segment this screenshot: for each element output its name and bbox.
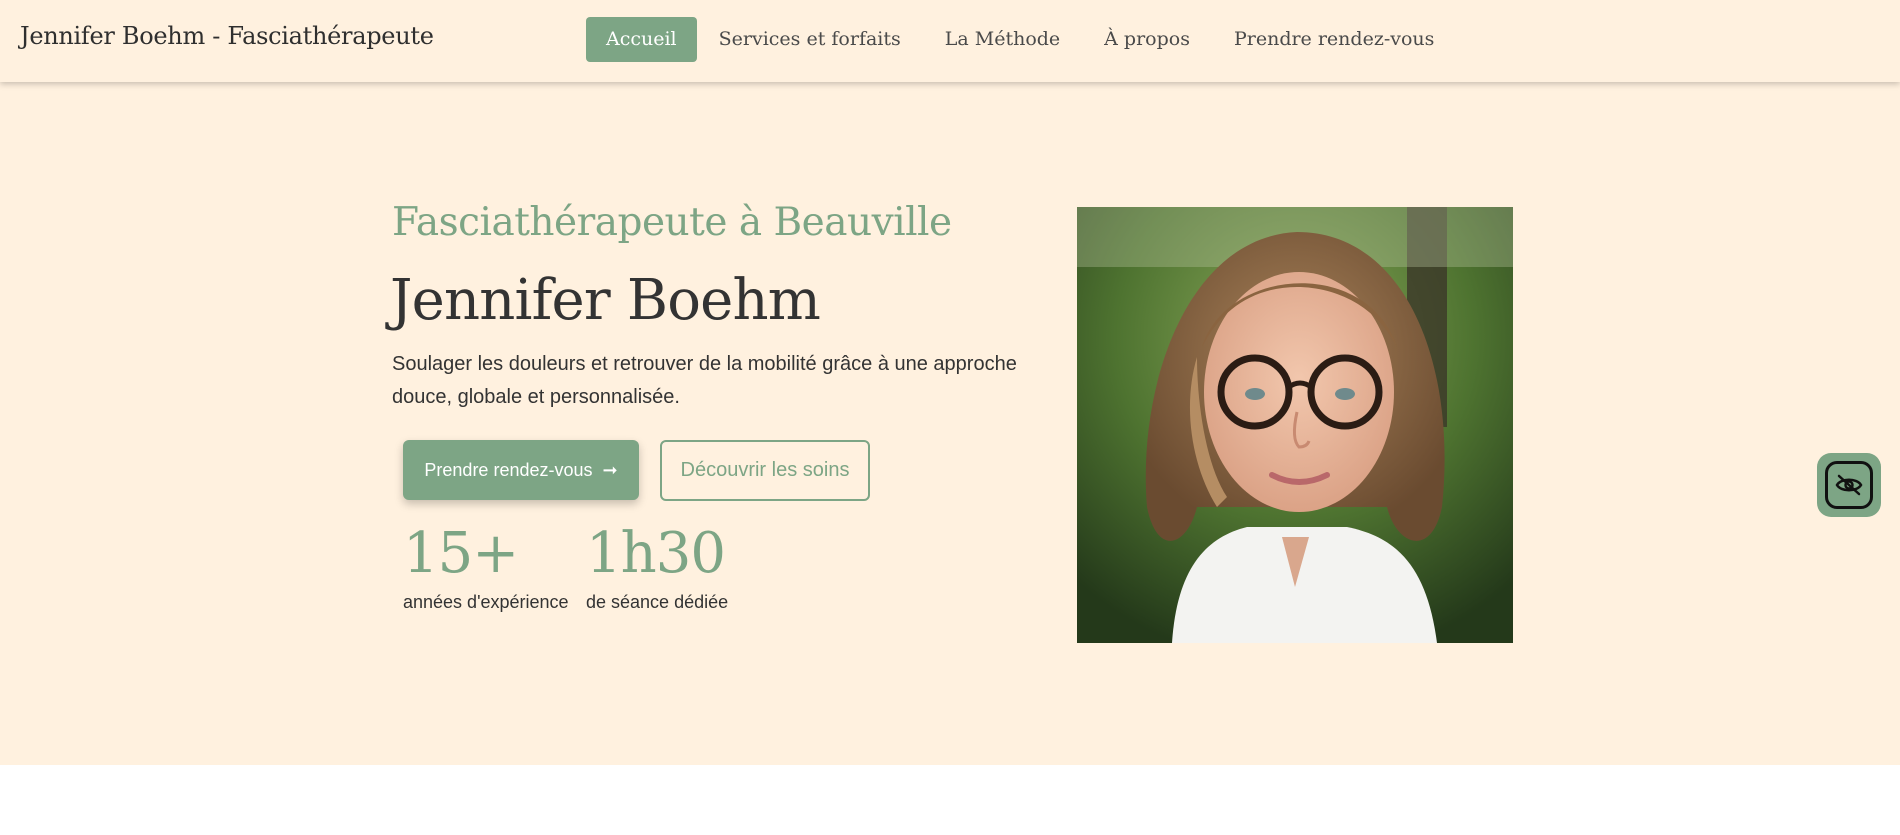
stat-session-value: 1h30 [586,521,726,586]
accessibility-toggle-button[interactable] [1817,453,1881,517]
arrow-right-icon: ➞ [602,459,618,480]
stat-session: 1h30 de séance dédiée [586,526,728,613]
eye-off-icon [1835,474,1863,496]
site-brand[interactable]: Jennifer Boehm - Fasciathérapeute [20,22,434,50]
hero-title: Jennifer Boehm [390,268,821,333]
nav-item-a-propos[interactable]: À propos [1082,17,1212,62]
stat-experience-label: années d'expérience [403,592,569,612]
nav-item-accueil[interactable]: Accueil [586,17,697,62]
stat-session-label: de séance dédiée [586,592,729,612]
stat-experience-value: 15+ [403,521,519,586]
nav-item-methode[interactable]: La Méthode [923,17,1082,62]
hero-subtitle: Fasciathérapeute à Beauville [392,200,952,245]
discover-treatments-button[interactable]: Découvrir les soins [660,440,870,501]
hero-description: Soulager les douleurs et retrouver de la… [392,353,1017,408]
accessibility-toggle-frame [1825,461,1873,509]
nav-item-rendez-vous[interactable]: Prendre rendez-vous [1212,17,1456,62]
site-header: Jennifer Boehm - Fasciathérapeute Accuei… [0,0,1900,82]
stat-experience: 15+ années d'expérience [403,526,569,613]
hero-section: Fasciathérapeute à Beauville Jennifer Bo… [0,82,1900,765]
portrait-photo [1077,207,1513,643]
portrait-illustration [1077,207,1513,643]
book-appointment-label: Prendre rendez-vous [424,459,593,480]
book-appointment-button[interactable]: Prendre rendez-vous ➞ [403,440,639,500]
nav-item-services[interactable]: Services et forfaits [697,17,923,62]
main-nav: Accueil Services et forfaits La Méthode … [586,17,1456,62]
